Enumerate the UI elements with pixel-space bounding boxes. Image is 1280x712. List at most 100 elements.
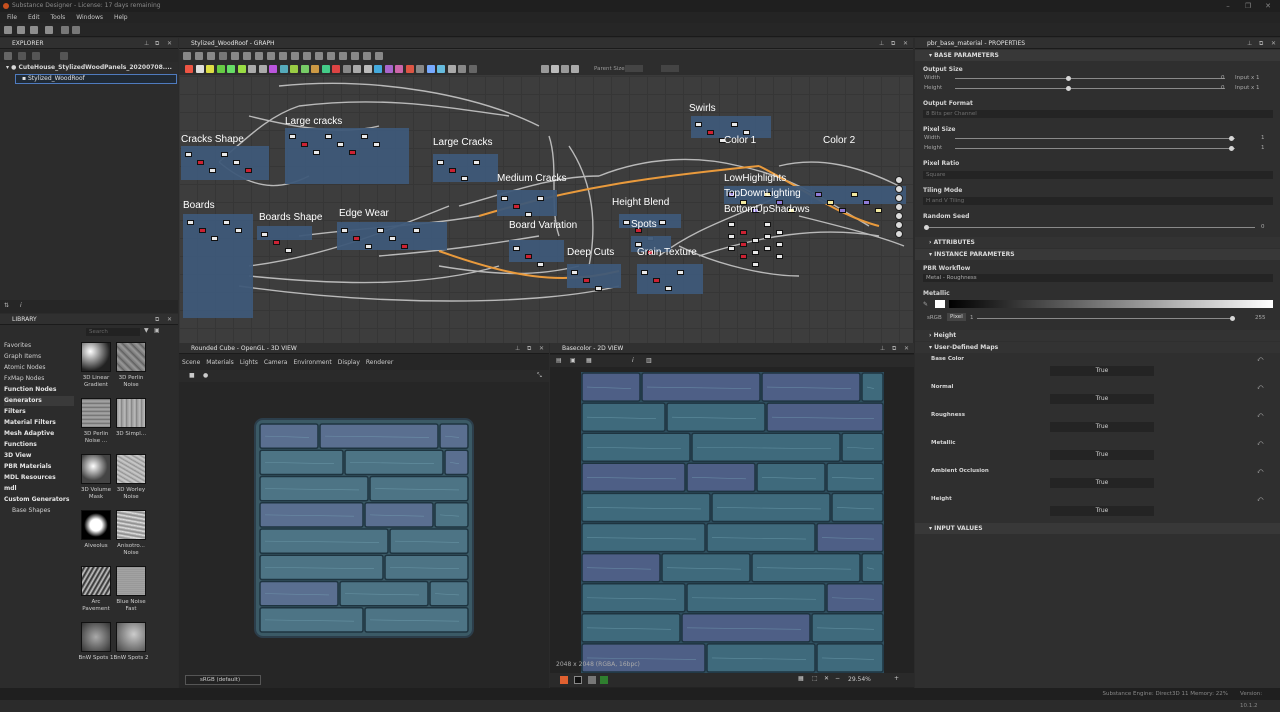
library-category-item[interactable]: Base Shapes: [12, 506, 50, 516]
attributes-section[interactable]: › ATTRIBUTES: [915, 237, 1280, 248]
graph-node[interactable]: [501, 196, 508, 201]
pin-icon[interactable]: ⊥: [144, 38, 149, 49]
close-icon[interactable]: ✕: [539, 343, 544, 354]
graph-canvas[interactable]: Cracks Shape Large cracks Large Cracks Medi…: [179, 76, 913, 343]
pbr-workflow-dropdown[interactable]: Metal - Roughness: [923, 274, 1273, 282]
atomic-node-icon[interactable]: [447, 65, 456, 73]
graph-node[interactable]: [461, 176, 468, 181]
parent-size-width[interactable]: [625, 65, 643, 72]
reset-icon[interactable]: ⤺: [1257, 384, 1263, 392]
output-width-slider[interactable]: [955, 78, 1225, 79]
graph-node[interactable]: [389, 236, 396, 241]
atomic-node-icon[interactable]: [374, 65, 382, 73]
parent-size-height[interactable]: [661, 65, 679, 72]
light-icon[interactable]: ●: [203, 372, 208, 379]
library-category-item[interactable]: Filters: [4, 407, 26, 417]
graph-tool-icon[interactable]: [363, 52, 371, 60]
3d-view-menu-item[interactable]: Materials: [206, 359, 234, 366]
metallic-slider[interactable]: [977, 318, 1235, 319]
graph-node[interactable]: [659, 220, 666, 225]
graph-tool-icon[interactable]: [195, 52, 203, 60]
open-icon[interactable]: [30, 26, 38, 34]
graph-node[interactable]: [449, 168, 456, 173]
export-icon[interactable]: [600, 676, 608, 684]
graph-node[interactable]: [583, 278, 590, 283]
metallic-gradient[interactable]: [949, 300, 1273, 308]
graph-node[interactable]: [752, 250, 759, 255]
atomic-node-icon[interactable]: [321, 65, 330, 73]
graph-node[interactable]: [537, 196, 544, 201]
graph-frame[interactable]: [567, 264, 621, 288]
graph-node[interactable]: [245, 168, 252, 173]
srgb-toggle[interactable]: sRGB: [927, 315, 942, 321]
menu-windows[interactable]: Windows: [76, 14, 103, 21]
graph-tool-icon[interactable]: [351, 52, 359, 60]
atomic-node-icon[interactable]: [332, 65, 340, 73]
colorspace-dropdown[interactable]: sRGB (default): [185, 675, 261, 685]
graph-node[interactable]: [764, 222, 771, 227]
graph-node[interactable]: [413, 228, 420, 233]
graph-node[interactable]: [839, 208, 846, 213]
close-icon[interactable]: ✕: [903, 38, 908, 49]
graph-node[interactable]: [289, 134, 296, 139]
atomic-node-icon[interactable]: [216, 65, 225, 73]
library-category-item[interactable]: Function Nodes: [4, 385, 56, 395]
graph-node[interactable]: [373, 142, 380, 147]
info-icon[interactable]: i: [632, 357, 634, 364]
graph-node[interactable]: [353, 236, 360, 241]
library-category-item[interactable]: Graph Items: [4, 352, 41, 362]
graph-node[interactable]: [665, 286, 672, 291]
output-node[interactable]: [895, 185, 903, 193]
library-category-item[interactable]: FxMap Nodes: [4, 374, 44, 384]
pixel-ratio-dropdown[interactable]: Square: [923, 171, 1273, 179]
graph-node[interactable]: [473, 160, 480, 165]
user-map-toggle[interactable]: True: [1050, 366, 1154, 376]
tiling-icon[interactable]: ▦: [586, 357, 592, 364]
library-search-input[interactable]: Search: [86, 328, 140, 336]
atomic-node-icon[interactable]: [363, 65, 372, 73]
metallic-knob[interactable]: [1230, 316, 1235, 321]
graph-node[interactable]: [361, 134, 368, 139]
atomic-node-icon[interactable]: [395, 65, 403, 73]
graph-node[interactable]: [273, 240, 280, 245]
new-icon[interactable]: [4, 52, 12, 60]
library-category-item[interactable]: PBR Materials: [4, 462, 51, 472]
graph-node[interactable]: [301, 142, 308, 147]
graph-view-icon[interactable]: [551, 65, 559, 73]
atomic-node-icon[interactable]: [290, 65, 298, 73]
zoom-in-icon[interactable]: +: [894, 675, 899, 682]
graph-tool-icon[interactable]: [375, 52, 383, 60]
zoom-out-icon[interactable]: −: [835, 675, 840, 682]
3d-view-menu-item[interactable]: Display: [338, 359, 360, 366]
3d-view-menu-item[interactable]: Lights: [240, 359, 258, 366]
graph-node[interactable]: [875, 208, 882, 213]
pixel-toggle[interactable]: Pixel: [947, 313, 966, 321]
reset-view-icon[interactable]: ⤡: [537, 372, 542, 380]
library-item-thumbnail[interactable]: [81, 454, 111, 484]
library-item-thumbnail[interactable]: [81, 510, 111, 540]
graph-node[interactable]: [815, 192, 822, 197]
graph-node[interactable]: [513, 246, 520, 251]
new-graph-icon[interactable]: [17, 26, 25, 34]
pixel-height-knob[interactable]: [1229, 146, 1234, 151]
copy-icon[interactable]: ▣: [570, 357, 576, 364]
close-icon[interactable]: ✕: [167, 38, 172, 49]
fit-icon[interactable]: ⬚: [812, 675, 818, 682]
float-icon[interactable]: ⧉: [155, 38, 159, 49]
graph-node[interactable]: [653, 278, 660, 283]
settings-icon[interactable]: [60, 52, 68, 60]
graph-node[interactable]: [537, 262, 544, 267]
output-height-mode[interactable]: Input x 1: [1235, 85, 1260, 91]
graph-node[interactable]: [851, 192, 858, 197]
expand-icon[interactable]: ▣: [154, 327, 160, 334]
graph-node[interactable]: [223, 220, 230, 225]
new-package-icon[interactable]: [4, 26, 12, 34]
graph-node[interactable]: [764, 234, 771, 239]
instance-parameters-section[interactable]: ▾ INSTANCE PARAMETERS: [915, 249, 1280, 260]
user-map-toggle[interactable]: True: [1050, 506, 1154, 516]
user-maps-group[interactable]: ▾ User-Defined Maps: [915, 342, 1280, 353]
atomic-node-icon[interactable]: [300, 65, 309, 73]
graph-node[interactable]: [677, 270, 684, 275]
pin-icon[interactable]: ⊥: [515, 343, 520, 354]
graph-node[interactable]: [731, 122, 738, 127]
